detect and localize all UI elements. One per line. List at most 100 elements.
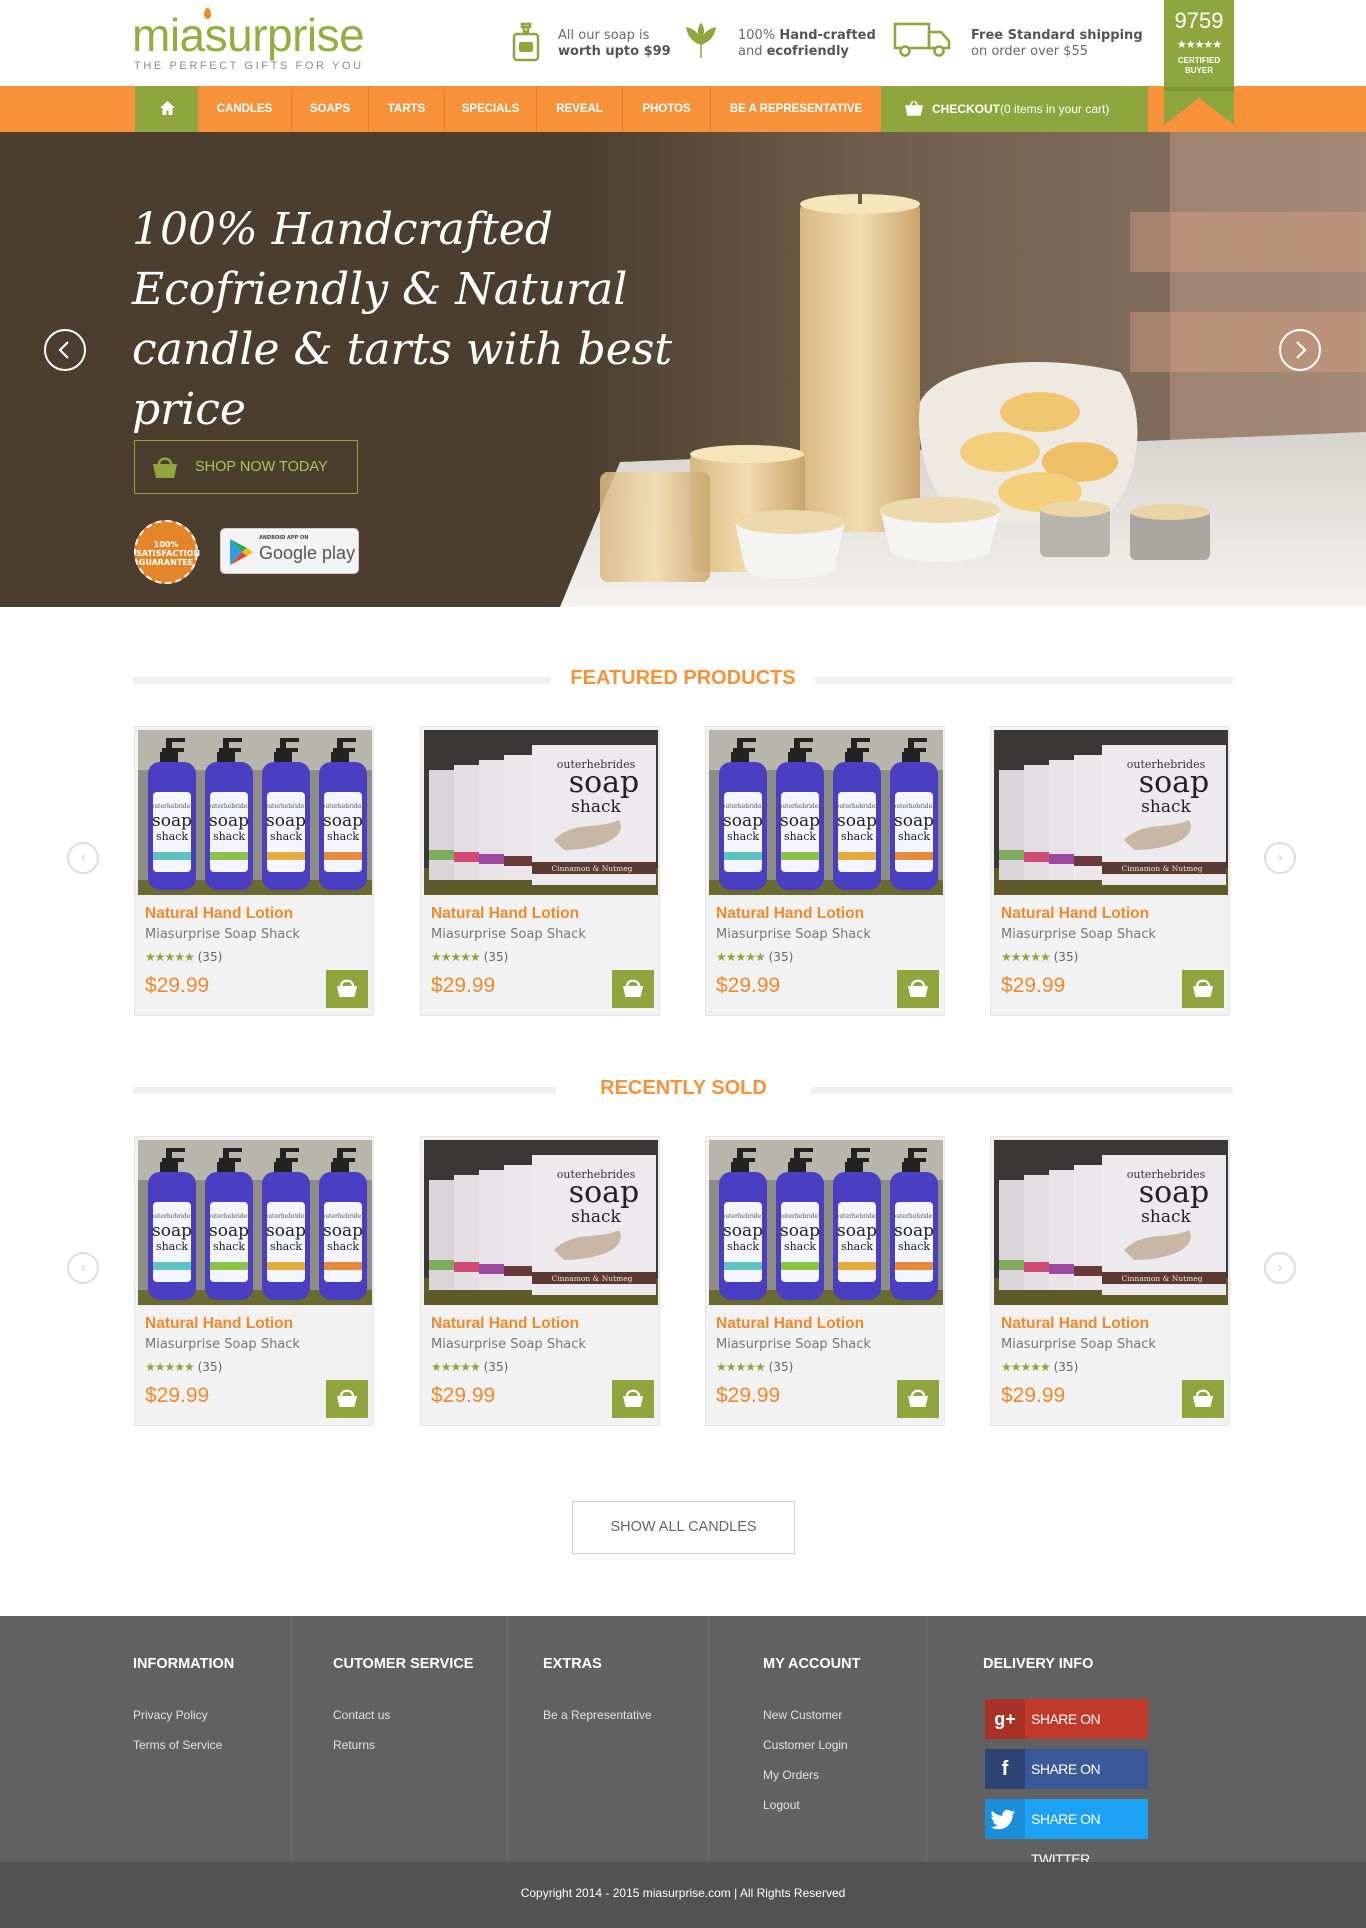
product-name[interactable]: Natural Hand Lotion — [1001, 905, 1149, 923]
footer-link-privacy[interactable]: Privacy Policy — [133, 1708, 208, 1722]
product-card[interactable]: outerhebrides soap shack Cinnamon & Nutm… — [990, 1136, 1230, 1426]
review-count: (35) — [768, 1360, 794, 1374]
svg-text:shack: shack — [1141, 1207, 1191, 1227]
svg-text:soap: soap — [723, 1221, 763, 1241]
share-twitter-button[interactable]: SHARE ON TWITTER — [985, 1799, 1148, 1867]
product-card[interactable]: outerhebrides soap shack Cinnamon & Nutm… — [420, 1136, 660, 1426]
svg-text:soap: soap — [1139, 765, 1210, 800]
svg-text:outerhebrides: outerhebrides — [893, 1213, 936, 1220]
featured-title: FEATURED PRODUCTS — [551, 667, 815, 690]
product-image[interactable]: outerhebrides soap shack Cinnamon & Nutm… — [424, 730, 658, 895]
product-brand: Miasurprise Soap Shack — [145, 1337, 300, 1352]
product-name[interactable]: Natural Hand Lotion — [431, 905, 579, 923]
certified-buyer-badge[interactable]: 9759 ★★★★★ CERTIFIED BUYER — [1164, 0, 1234, 125]
svg-text:shack: shack — [156, 1240, 188, 1253]
product-card[interactable]: outerhebrides soap shack outerhebrides s… — [134, 1136, 374, 1426]
svg-text:soap: soap — [266, 1221, 306, 1241]
truck-icon — [893, 22, 953, 58]
product-card[interactable]: outerhebrides soap shack outerhebrides s… — [134, 726, 374, 1016]
hero-prev-arrow[interactable] — [44, 329, 86, 371]
nav-specials[interactable]: SPECIALS — [445, 86, 537, 132]
footer-divider — [708, 1616, 709, 1862]
feature-soap-line1: All our soap is — [558, 28, 650, 43]
recent-next-arrow[interactable]: › — [1264, 1252, 1296, 1284]
logo-tagline: THE PERFECT GIFTS FOR YOU — [134, 60, 364, 72]
rating-stars: ★★★★★ — [145, 950, 195, 964]
product-image[interactable]: outerhebrides soap shack Cinnamon & Nutm… — [424, 1140, 658, 1305]
nav-representative[interactable]: BE A REPRESENTATIVE — [711, 86, 881, 132]
nav-candles[interactable]: CANDLES — [198, 86, 292, 132]
product-name[interactable]: Natural Hand Lotion — [1001, 1315, 1149, 1333]
feature-shipping-line1: Free Standard shipping — [971, 28, 1143, 43]
svg-text:soap: soap — [723, 811, 763, 831]
add-to-cart-button[interactable] — [897, 970, 939, 1008]
hero-next-arrow[interactable] — [1279, 329, 1321, 371]
featured-prev-arrow[interactable]: ‹ — [67, 842, 99, 874]
logo[interactable]: miasurprise — [132, 12, 365, 58]
share-facebook-button[interactable]: f SHARE ON FACEBOOK — [985, 1749, 1148, 1817]
svg-text:shack: shack — [213, 1240, 245, 1253]
footer-link-new-customer[interactable]: New Customer — [763, 1708, 842, 1722]
product-image[interactable]: outerhebrides soap shack Cinnamon & Nutm… — [994, 730, 1228, 895]
footer-link-my-orders[interactable]: My Orders — [763, 1768, 819, 1782]
featured-next-arrow[interactable]: › — [1264, 842, 1296, 874]
nav-home[interactable] — [135, 86, 198, 132]
product-image[interactable]: outerhebrides soap shack Cinnamon & Nutm… — [994, 1140, 1228, 1305]
product-card[interactable]: outerhebrides soap shack outerhebrides s… — [705, 1136, 945, 1426]
add-to-cart-button[interactable] — [1182, 970, 1224, 1008]
nav-soaps[interactable]: SOAPS — [292, 86, 369, 132]
shopping-bag-icon — [153, 457, 177, 478]
footer-link-logout[interactable]: Logout — [763, 1798, 800, 1812]
footer-link-customer-login[interactable]: Customer Login — [763, 1738, 848, 1752]
product-name[interactable]: Natural Hand Lotion — [716, 905, 864, 923]
nav-tarts[interactable]: TARTS — [369, 86, 445, 132]
shop-now-label: SHOP NOW TODAY — [195, 459, 328, 475]
product-name[interactable]: Natural Hand Lotion — [145, 905, 293, 923]
svg-text:shack: shack — [571, 797, 621, 817]
show-all-candles-button[interactable]: SHOW ALL CANDLES — [572, 1501, 795, 1554]
chevron-left-icon — [58, 341, 69, 359]
svg-text:outerhebrides: outerhebrides — [322, 1213, 365, 1220]
shop-now-button[interactable]: SHOP NOW TODAY — [134, 440, 358, 494]
product-card[interactable]: outerhebrides soap shack Cinnamon & Nutm… — [420, 726, 660, 1016]
add-to-cart-button[interactable] — [897, 1380, 939, 1418]
product-brand: Miasurprise Soap Shack — [1001, 927, 1156, 942]
product-image[interactable]: outerhebrides soap shack outerhebrides s… — [709, 730, 943, 895]
add-to-cart-button[interactable] — [326, 1380, 368, 1418]
add-to-cart-button[interactable] — [612, 1380, 654, 1418]
nav-photos[interactable]: PHOTOS — [623, 86, 711, 132]
svg-text:soap: soap — [780, 811, 820, 831]
product-card[interactable]: outerhebrides soap shack Cinnamon & Nutm… — [990, 726, 1230, 1016]
checkout-button[interactable]: CHECKOUT (0 items in your cart) — [881, 86, 1148, 132]
share-google-button[interactable]: g+ SHARE ON GOOGLE+ — [985, 1699, 1148, 1767]
product-image[interactable]: outerhebrides soap shack outerhebrides s… — [138, 1140, 372, 1305]
add-to-cart-button[interactable] — [1182, 1380, 1224, 1418]
nav-reveal[interactable]: REVEAL — [537, 86, 623, 132]
footer-link-terms[interactable]: Terms of Service — [133, 1738, 222, 1752]
footer-link-representative[interactable]: Be a Representative — [543, 1708, 652, 1722]
google-play-button[interactable]: ANDROID APP ON Google play — [220, 528, 359, 574]
home-icon — [160, 101, 175, 115]
product-image[interactable]: outerhebrides soap shack outerhebrides s… — [138, 730, 372, 895]
add-to-cart-button[interactable] — [612, 970, 654, 1008]
checkout-cart-count: (0 items in your cart) — [1000, 102, 1110, 116]
product-name[interactable]: Natural Hand Lotion — [145, 1315, 293, 1333]
product-price: $29.99 — [431, 974, 496, 997]
feature-handcrafted-bold: Hand-crafted — [779, 28, 876, 43]
footer-divider — [507, 1616, 508, 1862]
satisfaction-seal: 100% SATISFACTION GUARANTEE — [134, 520, 200, 584]
product-brand: Miasurprise Soap Shack — [431, 927, 586, 942]
svg-text:Cinnamon & Nutmeg: Cinnamon & Nutmeg — [1122, 1274, 1203, 1283]
copyright-text: Copyright 2014 - 2015 miasurprise.com | … — [520, 1886, 846, 1900]
footer-link-contact[interactable]: Contact us — [333, 1708, 390, 1722]
recent-prev-arrow[interactable]: ‹ — [67, 1252, 99, 1284]
product-image[interactable]: outerhebrides soap shack outerhebrides s… — [709, 1140, 943, 1305]
product-price: $29.99 — [1001, 1384, 1066, 1407]
footer-link-returns[interactable]: Returns — [333, 1738, 375, 1752]
product-name[interactable]: Natural Hand Lotion — [716, 1315, 864, 1333]
product-name[interactable]: Natural Hand Lotion — [431, 1315, 579, 1333]
add-to-cart-button[interactable] — [326, 970, 368, 1008]
feature-shipping-line2: on order over $55 — [971, 44, 1089, 59]
product-price: $29.99 — [145, 974, 210, 997]
product-card[interactable]: outerhebrides soap shack outerhebrides s… — [705, 726, 945, 1016]
